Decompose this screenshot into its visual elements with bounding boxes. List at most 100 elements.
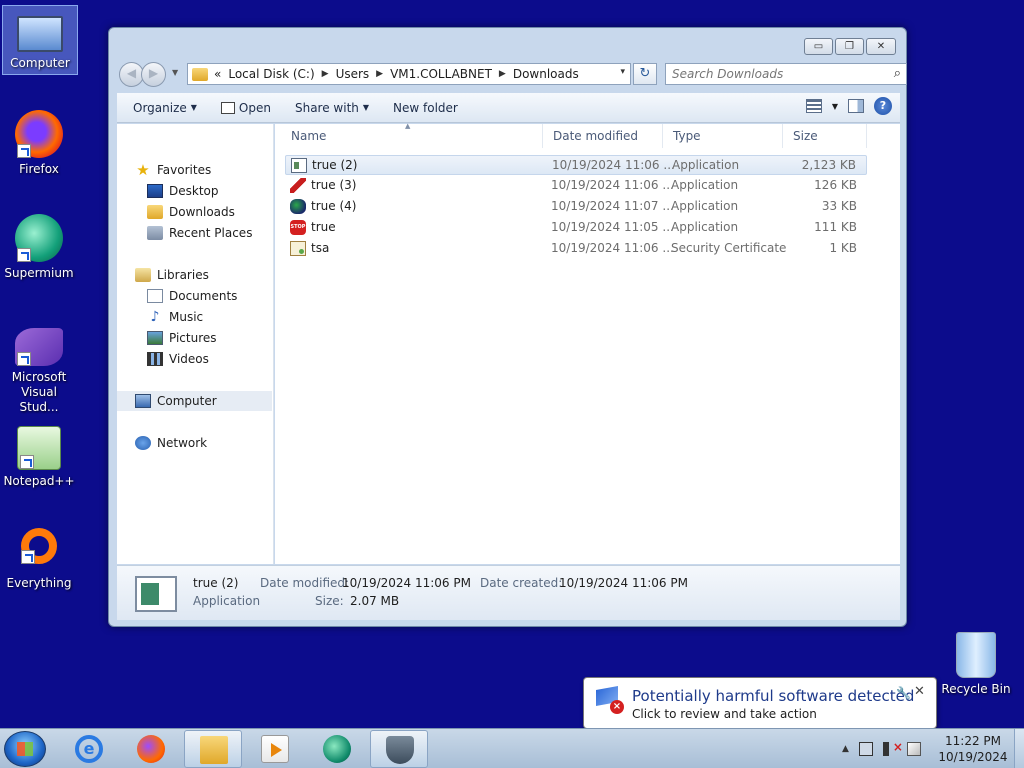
file-row-true[interactable]: STOP true 10/19/2024 11:05 ... Applicati… <box>285 218 867 238</box>
desktop-icon-supermium[interactable]: Supermium <box>1 214 77 280</box>
help-icon[interactable]: ? <box>874 97 892 115</box>
notification-title[interactable]: Potentially harmful software detected <box>632 687 914 705</box>
column-header-type[interactable]: Type <box>663 124 783 148</box>
chevron-down-icon[interactable]: ▼ <box>832 102 838 111</box>
breadcrumb-users[interactable]: Users <box>336 67 370 81</box>
nav-label: Computer <box>157 394 217 408</box>
show-desktop-button[interactable] <box>1014 729 1024 768</box>
column-header-size[interactable]: Size <box>783 124 867 148</box>
nav-recent-places[interactable]: Recent Places <box>117 223 272 243</box>
nav-favorites[interactable]: ★ Favorites <box>117 160 272 180</box>
firefox-icon <box>15 110 63 158</box>
file-row-true-4[interactable]: true (4) 10/19/2024 11:07 ... Applicatio… <box>285 197 867 217</box>
nav-desktop[interactable]: Desktop <box>117 181 272 201</box>
taskbar-supermium[interactable] <box>308 730 366 768</box>
breadcrumb-local-disk[interactable]: Local Disk (C:) <box>228 67 314 81</box>
desktop-icon-label: Computer <box>10 56 70 70</box>
file-row-true-2[interactable]: true (2) 10/19/2024 11:06 ... Applicatio… <box>285 155 867 175</box>
nav-downloads[interactable]: Downloads <box>117 202 272 222</box>
close-icon: ✕ <box>876 41 886 52</box>
close-button[interactable]: ✕ <box>866 38 896 55</box>
nav-label: Network <box>157 436 208 450</box>
nav-documents[interactable]: Documents <box>117 286 272 306</box>
desktop-icon-visual-studio[interactable]: Microsoft Visual Stud... <box>1 328 77 415</box>
start-button[interactable] <box>4 731 46 767</box>
notification-subtitle[interactable]: Click to review and take action <box>632 707 817 721</box>
minimize-button[interactable]: ▭ <box>804 38 833 55</box>
desktop-icon-everything[interactable]: Everything <box>1 528 77 590</box>
minimize-icon: ▭ <box>813 41 824 52</box>
breadcrumb-overflow[interactable]: « <box>214 67 221 81</box>
breadcrumb-separator-icon[interactable]: ▶ <box>499 69 506 79</box>
maximize-icon: ❐ <box>845 41 854 52</box>
action-center-icon[interactable] <box>906 742 921 756</box>
address-row: ◀ ▶ ▼ « Local Disk (C:) ▶ Users ▶ VM1.CO… <box>117 62 907 88</box>
file-row-true-3[interactable]: true (3) 10/19/2024 11:06 ... Applicatio… <box>285 176 867 196</box>
nav-music[interactable]: ♪ Music <box>117 307 272 327</box>
details-size-label: Size: <box>315 594 344 608</box>
forward-button[interactable]: ▶ <box>141 62 166 87</box>
certificate-icon <box>290 241 306 256</box>
details-date-modified-label: Date modified: <box>260 576 350 590</box>
file-name: true <box>311 220 336 234</box>
share-with-button[interactable]: Share with ▼ <box>287 101 377 115</box>
desktop-icon-label: Supermium <box>4 266 74 280</box>
volume-muted-icon[interactable] <box>882 740 903 756</box>
security-notification[interactable]: × Potentially harmful software detected … <box>583 677 937 740</box>
back-arrow-icon: ◀ <box>126 66 137 80</box>
nav-network[interactable]: Network <box>117 433 272 453</box>
maximize-button[interactable]: ❐ <box>835 38 864 55</box>
file-row-tsa[interactable]: tsa 10/19/2024 11:06 ... Security Certif… <box>285 239 867 259</box>
desktop-icon-firefox[interactable]: Firefox <box>1 110 77 176</box>
music-icon: ♪ <box>150 309 160 325</box>
notification-options-icon[interactable]: 🔧 <box>896 686 911 700</box>
nav-label: Recent Places <box>169 226 253 240</box>
taskbar-firefox[interactable] <box>122 730 180 768</box>
nav-libraries[interactable]: Libraries <box>117 265 272 285</box>
videos-icon <box>147 352 163 366</box>
chevron-down-icon: ▼ <box>190 103 197 112</box>
nav-videos[interactable]: Videos <box>117 349 272 369</box>
taskbar-internet-explorer[interactable]: e <box>60 730 118 768</box>
breadcrumb-separator-icon[interactable]: ▶ <box>322 69 329 79</box>
recent-pages-dropdown[interactable]: ▼ <box>172 68 178 77</box>
desktop-icon-notepad-plus-plus[interactable]: Notepad++ <box>1 426 77 488</box>
network-icon[interactable] <box>858 742 873 756</box>
file-type: Application <box>671 178 739 192</box>
nav-pictures[interactable]: Pictures <box>117 328 272 348</box>
chevron-down-icon: ▼ <box>362 103 370 112</box>
recent-places-icon <box>147 226 163 240</box>
taskbar-security[interactable] <box>370 730 428 768</box>
new-folder-button[interactable]: New folder <box>385 101 466 115</box>
computer-icon <box>135 394 151 408</box>
open-icon <box>220 101 235 114</box>
taskbar-windows-explorer[interactable] <box>184 730 242 768</box>
refresh-button[interactable]: ↻ <box>633 63 657 85</box>
desktop-icon-recycle-bin[interactable]: Recycle Bin <box>937 632 1015 696</box>
desktop-icon-computer[interactable]: Computer <box>2 5 78 75</box>
search-icon[interactable]: ⌕ <box>894 66 901 81</box>
clock[interactable]: 11:22 PM 10/19/2024 <box>928 733 1018 765</box>
breadcrumb-separator-icon[interactable]: ▶ <box>376 69 383 79</box>
search-input[interactable] <box>666 64 876 84</box>
organize-button[interactable]: Organize ▼ <box>125 101 205 115</box>
breadcrumb-vm1-collabnet[interactable]: VM1.COLLABNET <box>390 67 492 81</box>
address-dropdown-icon[interactable]: ▾ <box>620 67 625 77</box>
column-header-date-modified[interactable]: Date modified <box>543 124 663 148</box>
breadcrumb-downloads[interactable]: Downloads <box>513 67 579 81</box>
caption-buttons: ▭ ❐ ✕ <box>804 38 896 55</box>
address-bar[interactable]: « Local Disk (C:) ▶ Users ▶ VM1.COLLABNE… <box>187 63 631 85</box>
change-view-icon[interactable] <box>805 99 822 113</box>
file-type: Application <box>671 220 739 234</box>
organize-label: Organize <box>133 100 187 115</box>
nav-computer[interactable]: Computer <box>117 391 272 411</box>
column-header-name[interactable]: Name <box>281 124 543 148</box>
notification-close-icon[interactable]: ✕ <box>914 684 925 699</box>
details-date-modified: 10/19/2024 11:06 PM <box>342 576 471 590</box>
taskbar-media-player[interactable] <box>246 730 304 768</box>
open-button[interactable]: Open <box>213 101 279 115</box>
shortcut-arrow-icon <box>20 455 34 469</box>
show-hidden-icons-icon[interactable]: ▲ <box>842 744 849 754</box>
search-box[interactable]: ⌕ <box>665 63 907 85</box>
preview-pane-icon[interactable] <box>848 99 864 113</box>
